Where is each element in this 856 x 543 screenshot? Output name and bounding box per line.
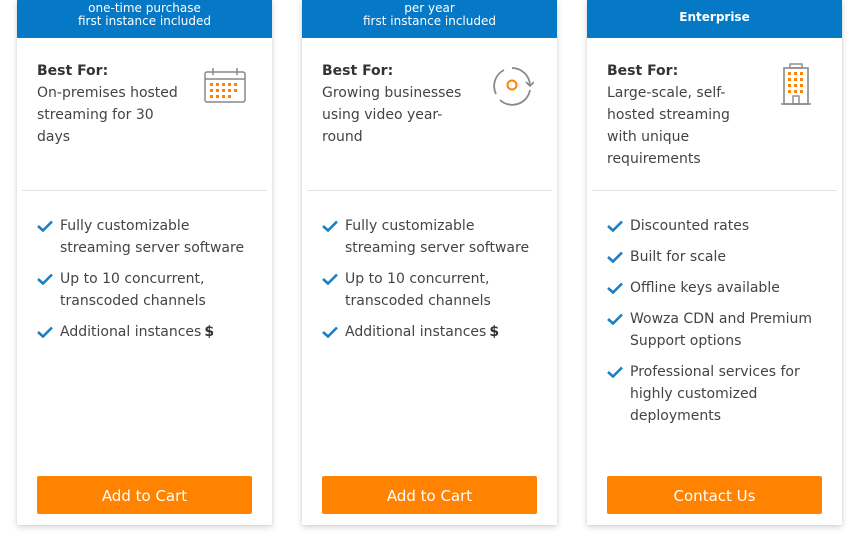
feature-item: Professional services for highly customi… (607, 361, 828, 427)
check-icon (607, 251, 623, 263)
dollar-icon: $ (489, 324, 500, 340)
check-icon (607, 220, 623, 232)
refresh-cycle-icon (490, 64, 536, 110)
best-for-label: Best For: (37, 63, 109, 79)
check-icon (607, 282, 623, 294)
check-icon (322, 273, 338, 285)
feature-text: Fully customizable streaming server soft… (345, 218, 530, 256)
feature-item: Up to 10 concurrent, transcoded channels (37, 268, 258, 312)
card-divider (592, 190, 837, 191)
pricing-card-annual: per year first instance included Best Fo… (302, 0, 557, 525)
check-icon (37, 220, 53, 232)
card-divider (22, 190, 267, 191)
feature-item: Wowza CDN and Premium Support options (607, 308, 828, 352)
feature-text: Additional instances (345, 324, 487, 340)
pricing-card-enterprise: Enterprise Best For: Large-scale, self-h… (587, 0, 842, 525)
feature-text: Fully customizable streaming server soft… (60, 218, 245, 256)
check-icon (322, 326, 338, 338)
best-for-text: On-premises hosted streaming for 30 days (37, 85, 178, 145)
best-for-block: Best For: Large-scale, self-hosted strea… (607, 60, 757, 170)
card-divider (307, 190, 552, 191)
contact-us-button[interactable]: Contact Us (607, 476, 822, 514)
card-header-line2: first instance included (362, 14, 496, 28)
best-for-label: Best For: (322, 63, 394, 79)
best-for-block: Best For: Growing businesses using video… (322, 60, 472, 148)
feature-text: Additional instances (60, 324, 202, 340)
best-for-block: Best For: On-premises hosted streaming f… (37, 60, 187, 148)
best-for-text: Large-scale, self-hosted streaming with … (607, 85, 730, 167)
feature-item: Up to 10 concurrent, transcoded channels (322, 268, 543, 312)
best-for-text: Growing businesses using video year-roun… (322, 85, 462, 145)
feature-item: Offline keys available (607, 277, 828, 299)
feature-item: Built for scale (607, 246, 828, 268)
feature-list: Discounted rates Built for scale Offline… (607, 215, 828, 436)
check-icon (37, 273, 53, 285)
add-to-cart-button[interactable]: Add to Cart (322, 476, 537, 514)
card-header-title: Enterprise (679, 10, 750, 24)
feature-item: Fully customizable streaming server soft… (322, 215, 543, 259)
feature-text: Up to 10 concurrent, transcoded channels (345, 271, 491, 309)
feature-item: Fully customizable streaming server soft… (37, 215, 258, 259)
calendar-icon (203, 66, 249, 112)
card-header-line2: first instance included (77, 14, 211, 28)
feature-item: Additional instances $ (322, 321, 543, 343)
feature-text: Offline keys available (630, 280, 780, 296)
feature-text: Built for scale (630, 249, 726, 265)
pricing-card-perpetual: one-time purchase first instance include… (17, 0, 272, 525)
check-icon (607, 366, 623, 378)
feature-text: Professional services for highly customi… (630, 364, 800, 424)
feature-list: Fully customizable streaming server soft… (37, 215, 258, 352)
card-header: one-time purchase first instance include… (17, 0, 272, 38)
card-header: Enterprise (587, 0, 842, 38)
dollar-icon: $ (204, 324, 215, 340)
check-icon (37, 326, 53, 338)
feature-item: Additional instances $ (37, 321, 258, 343)
best-for-label: Best For: (607, 63, 679, 79)
feature-text: Discounted rates (630, 218, 750, 234)
card-header: per year first instance included (302, 0, 557, 38)
feature-text: Up to 10 concurrent, transcoded channels (60, 271, 206, 309)
check-icon (322, 220, 338, 232)
add-to-cart-button[interactable]: Add to Cart (37, 476, 252, 514)
feature-list: Fully customizable streaming server soft… (322, 215, 543, 352)
check-icon (607, 313, 623, 325)
building-icon (780, 62, 826, 108)
feature-text: Wowza CDN and Premium Support options (630, 311, 812, 349)
feature-item: Discounted rates (607, 215, 828, 237)
